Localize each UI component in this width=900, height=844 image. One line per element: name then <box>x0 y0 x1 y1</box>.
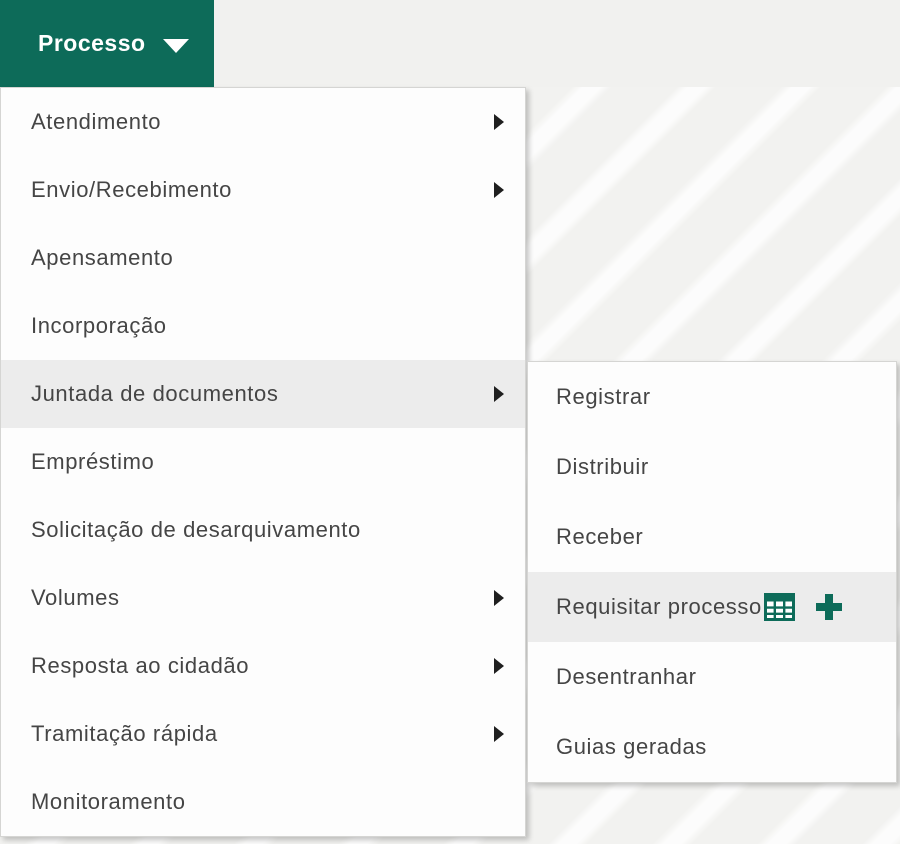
processo-dropdown-menu: Atendimento Envio/Recebimento Apensamento I… <box>0 87 526 837</box>
menu-item-label: Desentranhar <box>556 664 697 689</box>
caret-down-icon <box>162 38 189 53</box>
menu-item-label: Volumes <box>31 585 120 610</box>
menu-item-label: Guias geradas <box>556 734 707 759</box>
menu-item-incorporacao[interactable]: Incorporação <box>1 292 525 360</box>
juntada-submenu: Registrar Distribuir Receber Requisitar pro… <box>527 361 897 783</box>
menu-item-apensamento[interactable]: Apensamento <box>1 224 525 292</box>
menu-item-volumes[interactable]: Volumes <box>1 564 525 632</box>
menu-item-label: Juntada de documentos <box>31 381 279 406</box>
menu-item-label: Empréstimo <box>31 449 155 474</box>
submenu-item-distribuir[interactable]: Distribuir <box>528 432 896 502</box>
menu-item-envio-recebimento[interactable]: Envio/Recebimento <box>1 156 525 224</box>
menu-item-action-icons <box>762 592 844 622</box>
submenu-arrow-icon <box>494 386 504 402</box>
submenu-item-desentranhar[interactable]: Desentranhar <box>528 642 896 712</box>
menu-item-monitoramento[interactable]: Monitoramento <box>1 768 525 836</box>
menu-item-juntada-de-documentos[interactable]: Juntada de documentos <box>1 360 525 428</box>
menu-item-label: Apensamento <box>31 245 174 270</box>
menu-item-label: Envio/Recebimento <box>31 177 232 202</box>
menu-item-label: Monitoramento <box>31 789 186 814</box>
submenu-item-guias-geradas[interactable]: Guias geradas <box>528 712 896 782</box>
submenu-arrow-icon <box>494 114 504 130</box>
processo-menu-label: Processo <box>38 30 146 56</box>
submenu-arrow-icon <box>494 590 504 606</box>
menu-item-emprestimo[interactable]: Empréstimo <box>1 428 525 496</box>
menu-item-resposta-ao-cidadao[interactable]: Resposta ao cidadão <box>1 632 525 700</box>
plus-icon[interactable] <box>814 592 844 622</box>
submenu-arrow-icon <box>494 182 504 198</box>
submenu-item-requisitar-processo[interactable]: Requisitar processo <box>528 572 896 642</box>
menu-item-label: Requisitar processo <box>556 594 762 619</box>
menu-item-label: Receber <box>556 524 644 549</box>
submenu-item-registrar[interactable]: Registrar <box>528 362 896 432</box>
submenu-arrow-icon <box>494 658 504 674</box>
menu-item-label: Resposta ao cidadão <box>31 653 250 678</box>
processo-menu-button[interactable]: Processo <box>0 0 214 87</box>
menu-item-solicitacao-de-desarquivamento[interactable]: Solicitação de desarquivamento <box>1 496 525 564</box>
menu-item-label: Incorporação <box>31 313 167 338</box>
menu-item-label: Tramitação rápida <box>31 721 218 746</box>
menu-item-label: Distribuir <box>556 454 649 479</box>
submenu-arrow-icon <box>494 726 504 742</box>
submenu-item-receber[interactable]: Receber <box>528 502 896 572</box>
menu-item-label: Registrar <box>556 384 651 409</box>
table-icon[interactable] <box>763 593 795 621</box>
menu-item-atendimento[interactable]: Atendimento <box>1 88 525 156</box>
menu-item-tramitacao-rapida[interactable]: Tramitação rápida <box>1 700 525 768</box>
menu-item-label: Solicitação de desarquivamento <box>31 517 361 542</box>
menu-item-label: Atendimento <box>31 109 162 134</box>
